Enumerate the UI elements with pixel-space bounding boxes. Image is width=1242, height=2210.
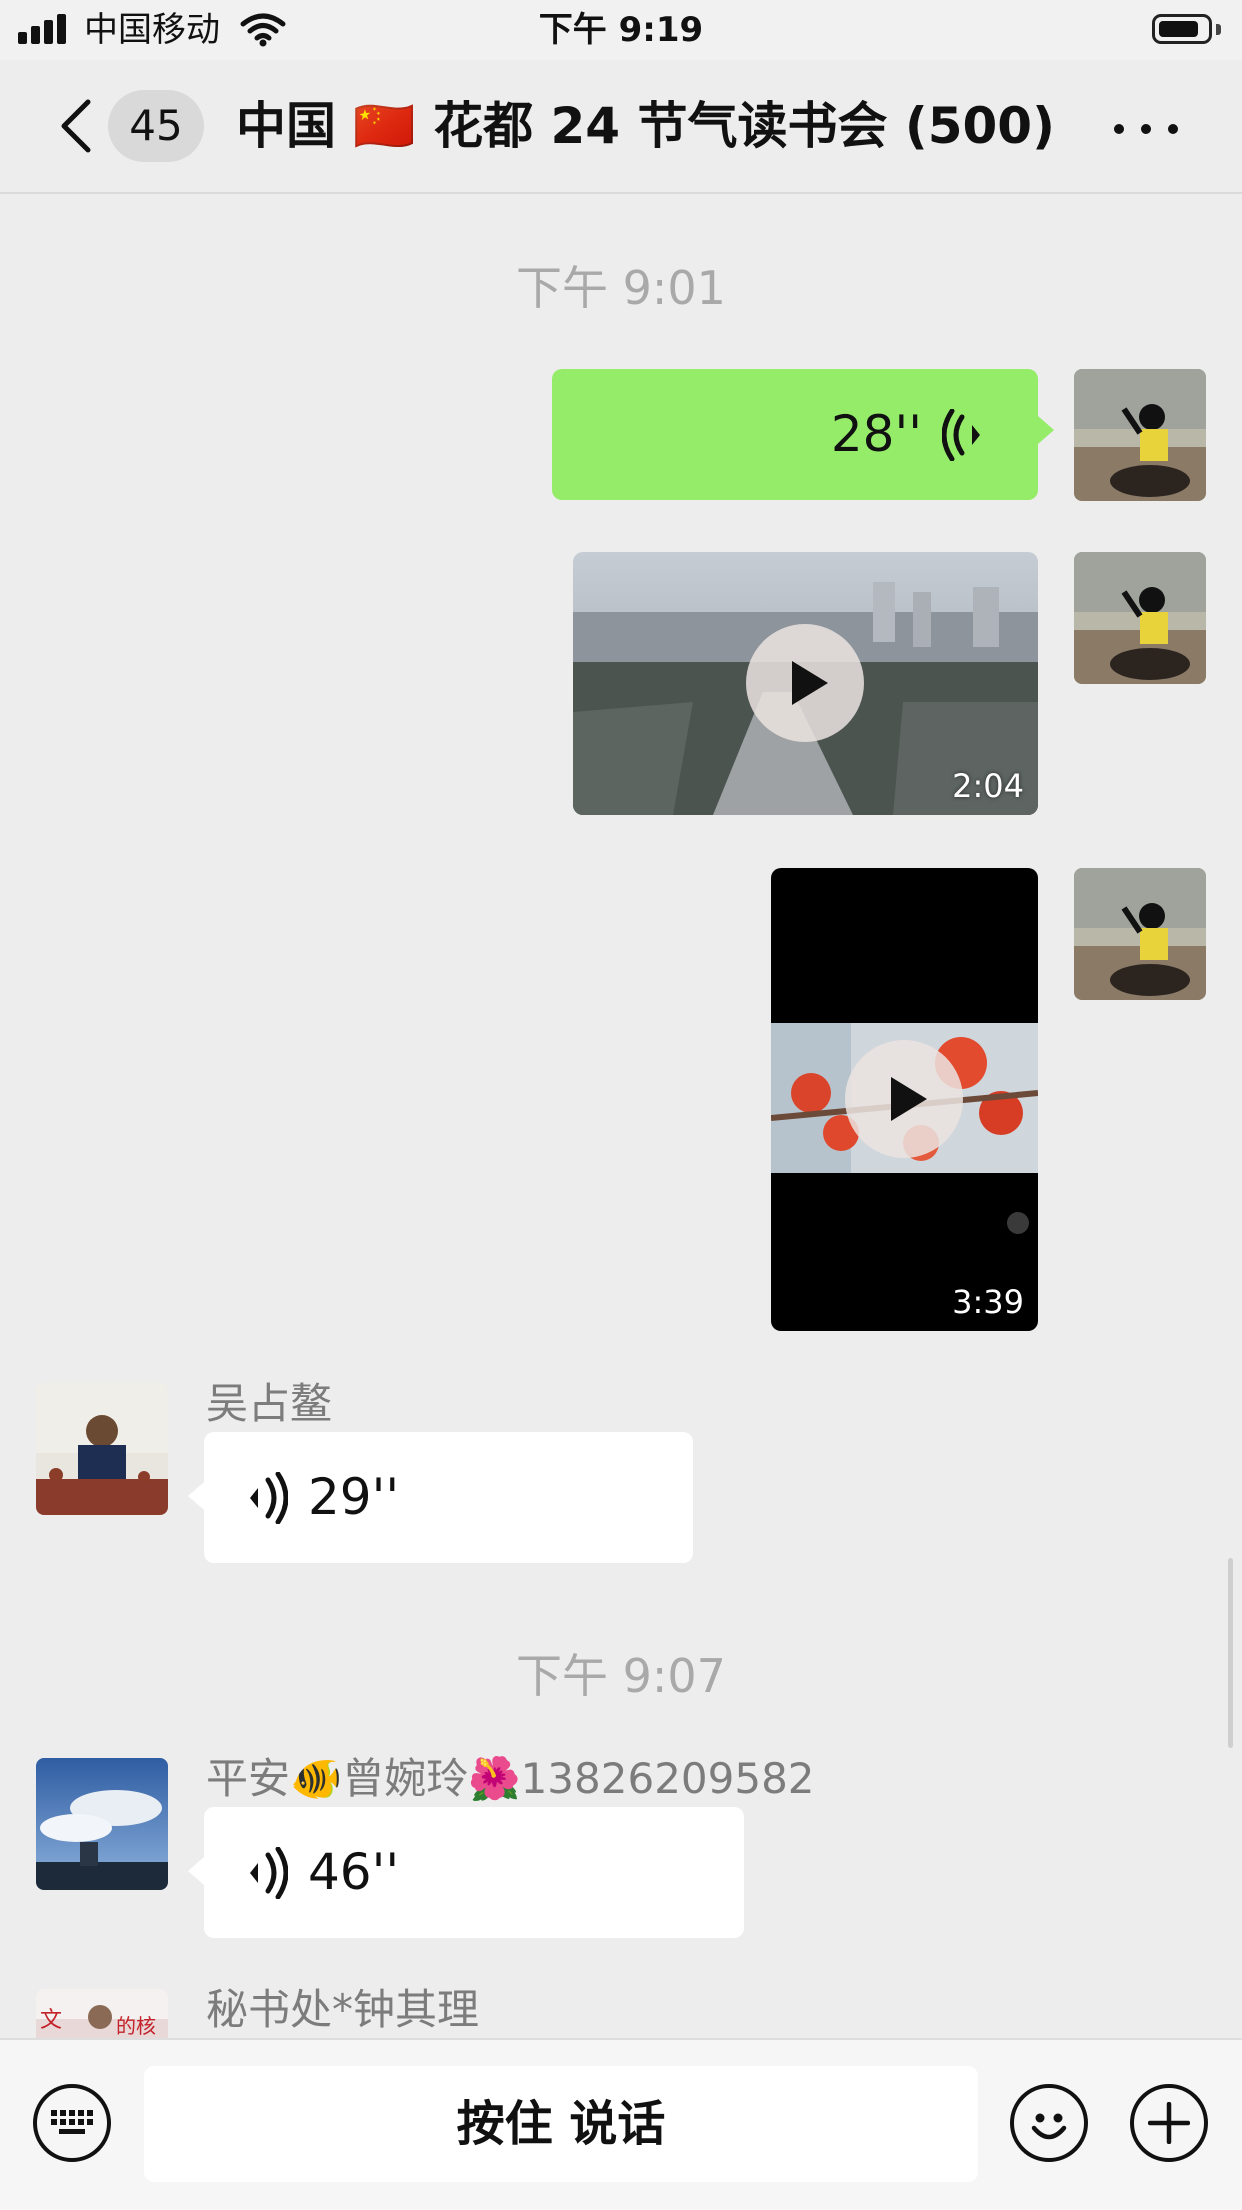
svg-text:文: 文: [40, 2008, 62, 2033]
keyboard-icon: [51, 2110, 93, 2134]
more-options-button[interactable]: [1114, 124, 1178, 134]
time-divider: 下午 9:01: [516, 261, 726, 315]
voice-message-bubble[interactable]: 29'': [204, 1432, 693, 1563]
scroll-indicator: [1228, 1558, 1233, 1748]
play-icon: [891, 1077, 927, 1121]
avatar[interactable]: [1074, 369, 1206, 501]
sender-name: 秘书处*钟其理: [206, 1985, 480, 2034]
sender-name: 平安🐠曾婉玲🌺13826209582: [206, 1754, 815, 1803]
avatar[interactable]: [36, 1758, 168, 1890]
sender-name: 吴占鳌: [206, 1379, 333, 1428]
avatar[interactable]: 文 的核: [36, 1989, 168, 2038]
voice-duration: 29'': [308, 1468, 400, 1526]
play-icon: [792, 661, 828, 705]
video-thumbnail[interactable]: 2:04: [573, 552, 1038, 815]
video-indicator-dot: [1007, 1212, 1029, 1234]
chevron-left-icon: [61, 99, 91, 153]
voice-wave-icon: [942, 409, 980, 461]
play-button[interactable]: [845, 1040, 963, 1158]
plus-icon: [1148, 2102, 1190, 2144]
hold-to-talk-button[interactable]: 按住 说话: [144, 2066, 978, 2182]
bubble-tail: [188, 1482, 204, 1510]
keyboard-toggle-button[interactable]: [33, 2084, 111, 2162]
avatar[interactable]: [1074, 552, 1206, 684]
voice-duration: 28'': [830, 405, 922, 463]
video-thumbnail[interactable]: 3:39: [771, 868, 1038, 1331]
play-button[interactable]: [746, 624, 864, 742]
voice-wave-icon: [250, 1472, 288, 1524]
voice-message-bubble[interactable]: 46'': [204, 1807, 744, 1938]
chat-title: 中国 🇨🇳 花都 24 节气读书会 (500): [236, 97, 1055, 155]
status-bar: 中国移动 下午 9:19: [0, 0, 1242, 60]
voice-message-bubble[interactable]: 28'': [552, 369, 1038, 500]
bubble-tail: [1038, 416, 1054, 444]
voice-wave-icon: [250, 1847, 288, 1899]
svg-text:的核: 的核: [116, 2014, 156, 2038]
battery-tip: [1216, 24, 1221, 35]
voice-duration: 46'': [308, 1843, 400, 1901]
emoji-icon: [1031, 2113, 1067, 2140]
time-divider: 下午 9:07: [516, 1649, 726, 1703]
video-duration: 3:39: [952, 1283, 1024, 1321]
unread-count-badge[interactable]: 45: [108, 90, 204, 162]
bubble-tail: [188, 1857, 204, 1885]
back-button[interactable]: [50, 96, 100, 156]
emoji-button[interactable]: [1010, 2084, 1088, 2162]
clock: 下午 9:19: [538, 10, 704, 50]
plus-button[interactable]: [1130, 2084, 1208, 2162]
avatar[interactable]: [36, 1383, 168, 1515]
video-duration: 2:04: [952, 767, 1024, 805]
battery-icon: [1152, 14, 1212, 44]
avatar[interactable]: [1074, 868, 1206, 1000]
